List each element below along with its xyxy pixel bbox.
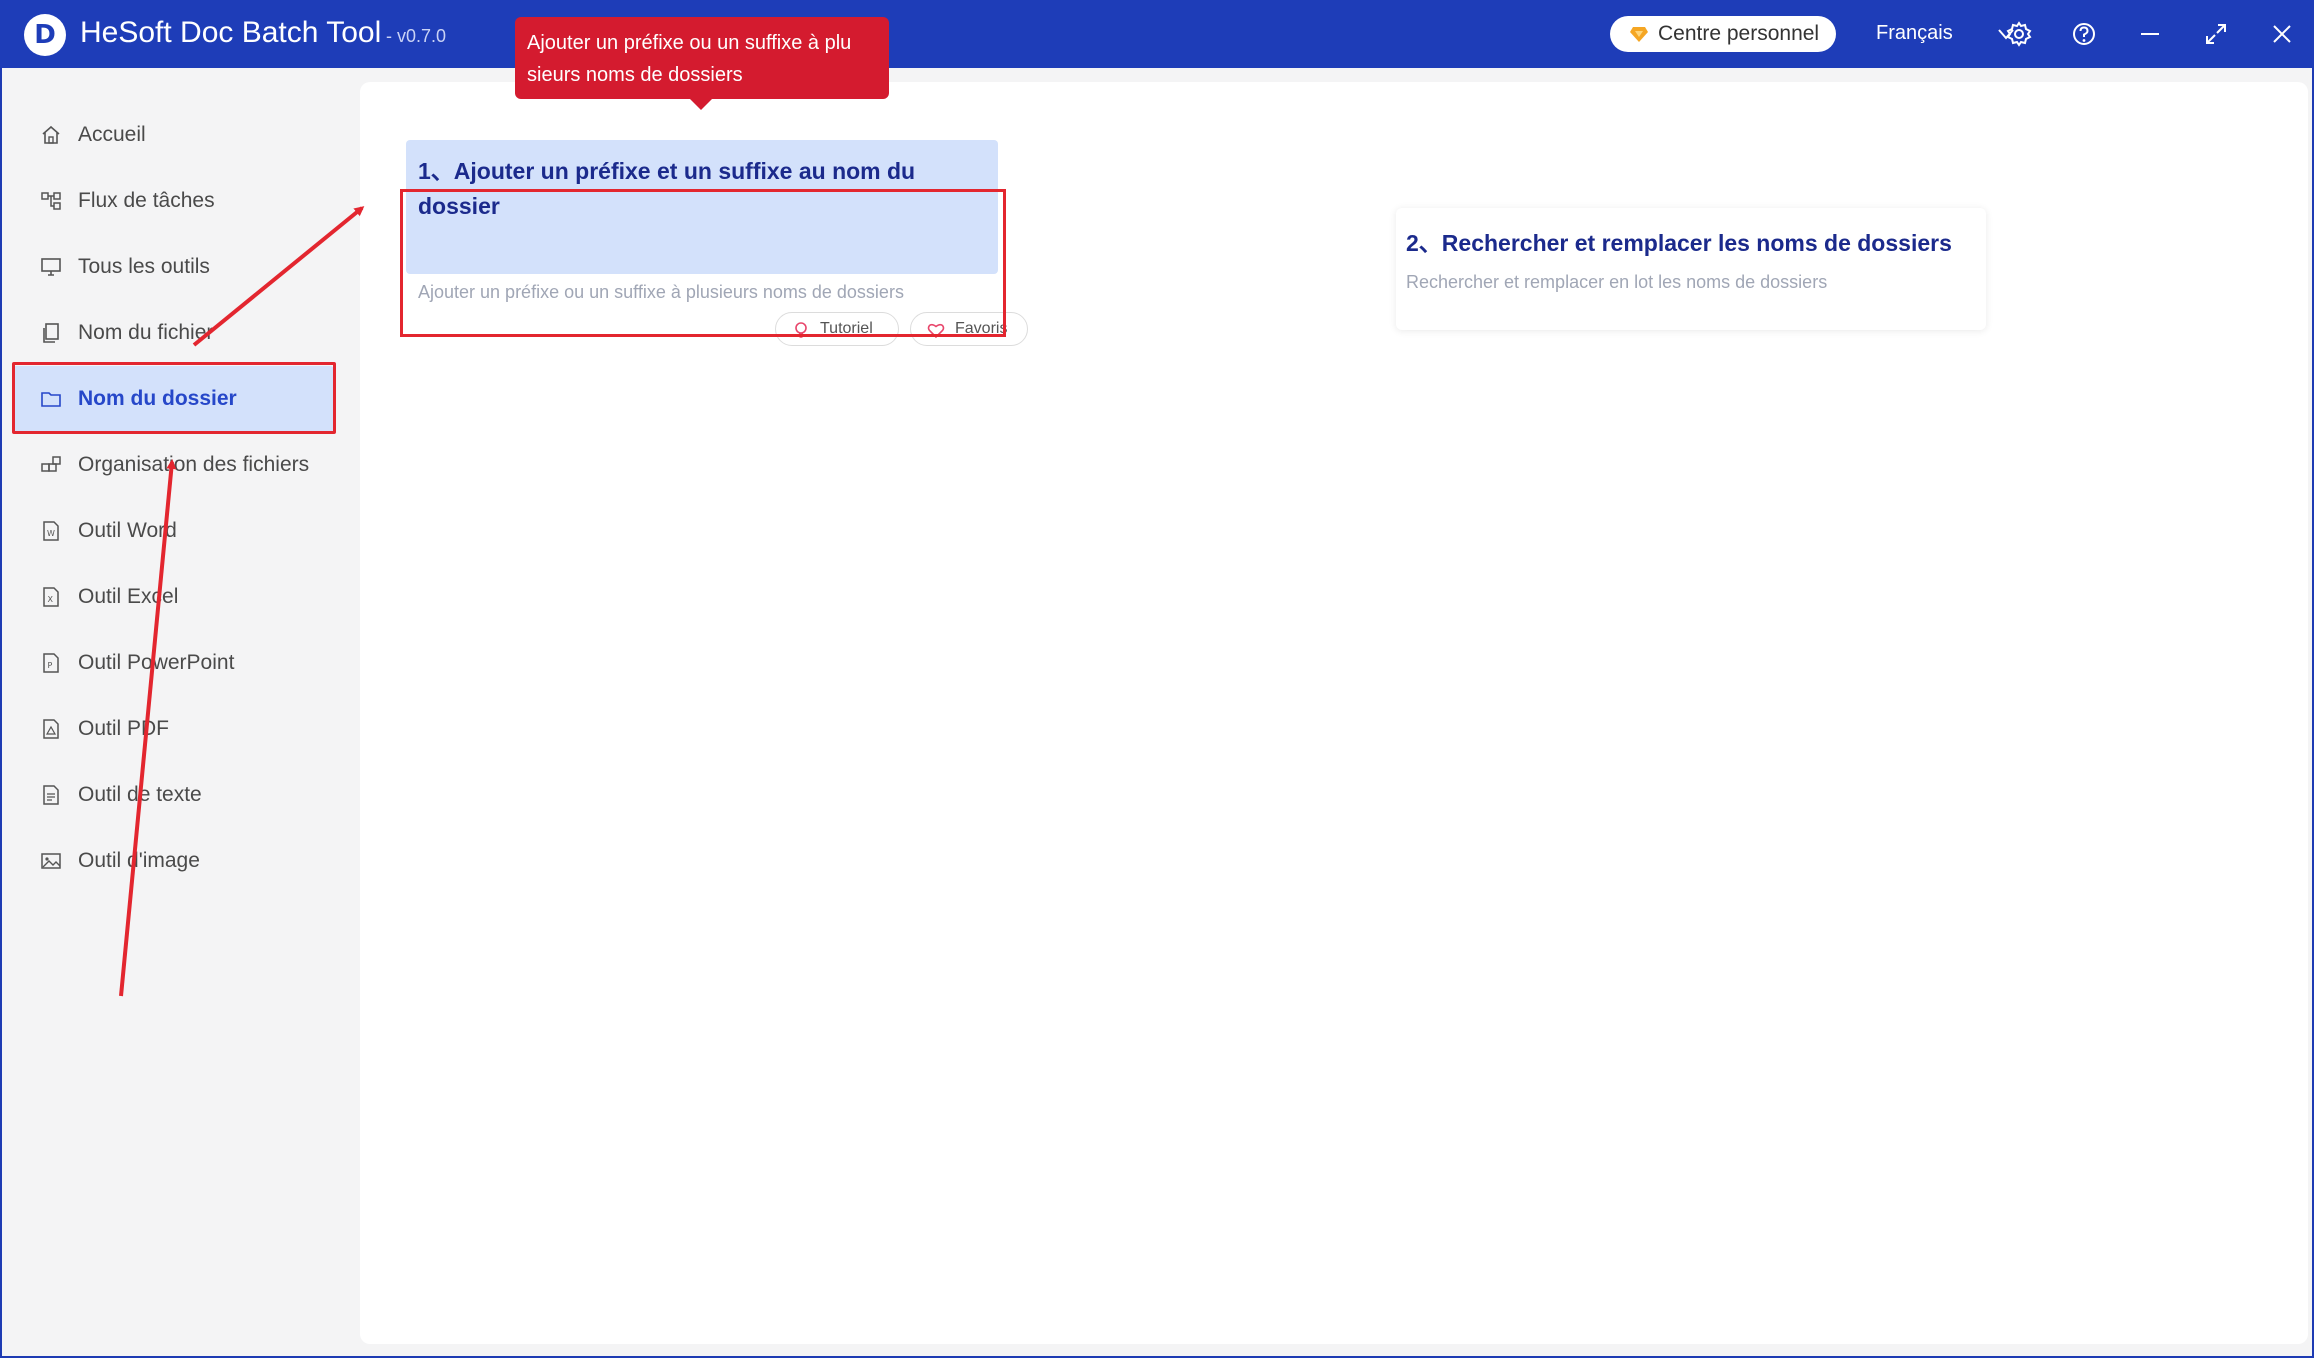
svg-text:W: W xyxy=(47,529,55,538)
svg-text:X: X xyxy=(48,595,54,604)
sidebar-item-flux-de-taches[interactable]: Flux de tâches xyxy=(12,168,334,234)
close-icon[interactable] xyxy=(2268,20,2296,48)
heart-icon xyxy=(927,323,945,339)
sidebar: Accueil Flux de tâches Tous les outils N… xyxy=(2,68,358,1356)
diamond-icon xyxy=(1630,27,1648,42)
sidebar-item-outil-pdf[interactable]: Outil PDF xyxy=(12,696,334,762)
tooltip-line-1: Ajouter un préfixe ou un suffixe à plu xyxy=(527,32,852,54)
word-file-icon: W xyxy=(43,521,59,541)
workflow-icon xyxy=(41,192,61,210)
tool-card-description: Ajouter un préfixe ou un suffixe à plusi… xyxy=(418,282,904,302)
sidebar-item-label: Nom du dossier xyxy=(78,387,237,410)
image-icon xyxy=(41,853,61,869)
tutorial-label: Tutoriel xyxy=(820,320,873,337)
sidebar-item-label: Outil Word xyxy=(78,519,177,542)
app-logo: D xyxy=(24,14,66,56)
text-file-icon xyxy=(43,785,59,805)
tool-card-title: 2、Rechercher et remplacer les noms de do… xyxy=(1406,230,1952,256)
main-content: 1、Ajouter un préfixe et un suffixe au no… xyxy=(360,82,2308,1344)
sidebar-item-tous-les-outils[interactable]: Tous les outils xyxy=(12,234,334,300)
folder-icon xyxy=(41,392,61,407)
sidebar-item-nom-du-dossier[interactable]: Nom du dossier xyxy=(12,366,334,432)
lightbulb-icon xyxy=(795,322,807,338)
tooltip: Ajouter un préfixe ou un suffixe à plu s… xyxy=(515,17,889,99)
sidebar-item-outil-word[interactable]: W Outil Word xyxy=(12,498,334,564)
app-title: HeSoft Doc Batch Tool xyxy=(80,16,382,49)
tooltip-line-2: sieurs noms de dossiers xyxy=(527,64,743,86)
tool-card-title: 1、Ajouter un préfixe et un suffixe au no… xyxy=(418,158,916,219)
personal-center-button[interactable]: Centre personnel xyxy=(1610,16,1836,52)
sidebar-item-outil-de-texte[interactable]: Outil de texte xyxy=(12,762,334,828)
sidebar-item-accueil[interactable]: Accueil xyxy=(12,102,334,168)
language-select[interactable]: Français xyxy=(1876,22,2014,45)
sidebar-item-label: Flux de tâches xyxy=(78,189,215,212)
sidebar-item-label: Tous les outils xyxy=(78,255,210,278)
language-label: Français xyxy=(1876,22,1953,44)
sidebar-item-label: Outil PowerPoint xyxy=(78,651,235,674)
sidebar-item-outil-d-image[interactable]: Outil d'image xyxy=(12,828,334,894)
title-bar: D HeSoft Doc Batch Tool - v0.7.0 Centre … xyxy=(0,0,2314,68)
minimize-icon[interactable] xyxy=(2136,20,2164,48)
tutorial-button[interactable]: Tutoriel xyxy=(775,312,899,346)
sidebar-item-label: Accueil xyxy=(78,123,146,146)
sidebar-item-label: Nom du fichier xyxy=(78,321,214,344)
home-icon xyxy=(42,125,60,144)
sidebar-item-label: Outil de texte xyxy=(78,783,202,806)
personal-center-label: Centre personnel xyxy=(1658,22,1820,45)
tool-card-search-replace[interactable]: 2、Rechercher et remplacer les noms de do… xyxy=(1396,208,1986,330)
svg-text:P: P xyxy=(48,661,53,670)
favorite-label: Favoris xyxy=(955,320,1008,337)
excel-file-icon: X xyxy=(43,587,59,607)
gear-icon[interactable] xyxy=(2005,20,2033,48)
sidebar-item-nom-du-fichier[interactable]: Nom du fichier xyxy=(12,300,334,366)
sidebar-item-label: Organisation des fichiers xyxy=(78,453,310,476)
tool-card-add-prefix-suffix[interactable]: 1、Ajouter un préfixe et un suffixe au no… xyxy=(406,140,998,302)
maximize-icon[interactable] xyxy=(2202,20,2230,48)
organize-icon xyxy=(41,456,61,472)
monitor-icon xyxy=(41,258,61,276)
pdf-file-icon xyxy=(43,719,59,739)
file-copy-icon xyxy=(43,323,59,343)
help-icon[interactable] xyxy=(2070,20,2098,48)
sidebar-item-label: Outil Excel xyxy=(78,585,179,608)
app-version: - v0.7.0 xyxy=(386,26,447,46)
sidebar-item-label: Outil d'image xyxy=(78,849,200,872)
favorite-button[interactable]: Favoris xyxy=(910,312,1028,346)
sidebar-item-outil-powerpoint[interactable]: P Outil PowerPoint xyxy=(12,630,334,696)
sidebar-item-outil-excel[interactable]: X Outil Excel xyxy=(12,564,334,630)
ppt-file-icon: P xyxy=(43,653,59,673)
sidebar-item-label: Outil PDF xyxy=(78,717,170,740)
sidebar-item-organisation-des-fichiers[interactable]: Organisation des fichiers xyxy=(12,432,334,498)
tooltip-arrow xyxy=(690,99,712,110)
tool-card-description: Rechercher et remplacer en lot les noms … xyxy=(1406,272,1828,292)
window-body: Accueil Flux de tâches Tous les outils N… xyxy=(2,68,2312,1356)
